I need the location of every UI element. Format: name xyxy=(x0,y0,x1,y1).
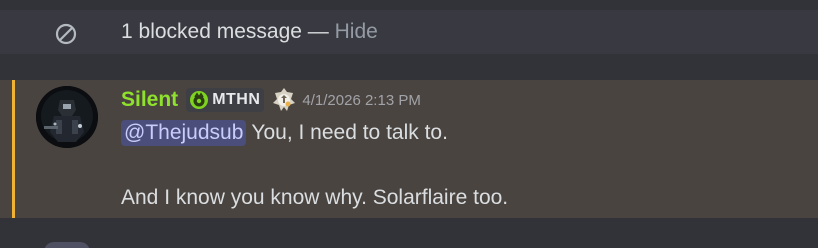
role-badge-icon[interactable] xyxy=(272,87,296,113)
message-text-2: And I know you know why. Solarflaire too… xyxy=(121,186,509,209)
blocked-icon xyxy=(55,23,77,45)
message-content-line-2: And I know you know why. Solarflaire too… xyxy=(121,184,508,212)
blocked-message-label: 1 blocked message — Hide xyxy=(121,20,378,44)
mention-highlight-bar xyxy=(12,80,15,218)
avatar[interactable] xyxy=(36,86,98,148)
next-avatar-peek xyxy=(44,242,90,248)
clan-tag-text: MTHN xyxy=(212,91,261,108)
message-timestamp[interactable]: 4/1/2026 2:13 PM xyxy=(302,92,420,109)
username[interactable]: Silent xyxy=(121,88,178,112)
chat-top-strip xyxy=(0,0,818,10)
hide-blocked-link[interactable]: Hide xyxy=(335,20,378,43)
next-message-peek xyxy=(0,218,818,248)
clan-badge-icon xyxy=(190,91,209,109)
avatar-image xyxy=(36,86,98,148)
user-mention[interactable]: @Thejudsub xyxy=(121,120,247,146)
blocked-messages-row[interactable]: 1 blocked message — Hide xyxy=(0,10,818,54)
message-text-1: You, I need to talk to. xyxy=(251,121,448,144)
chat-view: 1 blocked message — Hide Silent MTHN 4/1… xyxy=(0,0,818,248)
message-content-line-1: @Thejudsub You, I need to talk to. xyxy=(121,118,448,148)
message-item[interactable]: Silent MTHN 4/1/2026 2:13 PM @Thejudsub xyxy=(0,80,818,218)
clan-tag[interactable]: MTHN xyxy=(186,88,265,112)
blocked-separator: — xyxy=(307,20,329,43)
blocked-count-text: 1 blocked message xyxy=(121,20,302,43)
message-header: Silent MTHN 4/1/2026 2:13 PM xyxy=(121,86,421,114)
